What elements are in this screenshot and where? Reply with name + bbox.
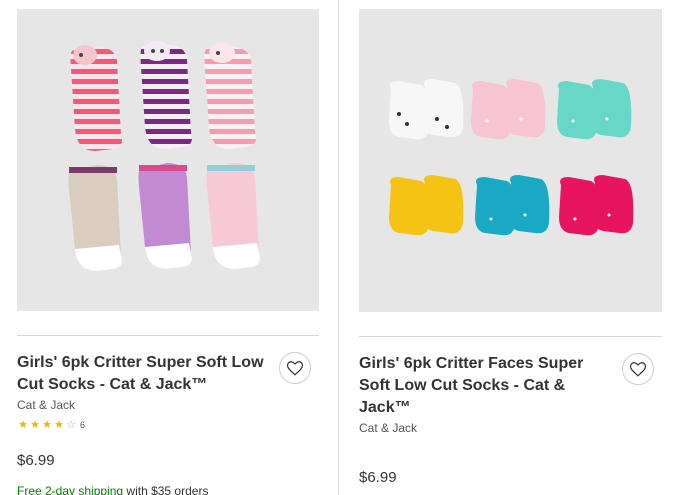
star-filled-icon: ★ (30, 419, 40, 431)
sock-purple-stripe (140, 41, 192, 149)
free-shipping-link[interactable]: Free 2-day shipping (17, 484, 123, 495)
product-brand-link[interactable]: Cat & Jack (359, 421, 417, 435)
sock-teal-dots (475, 175, 550, 236)
sock-yellow-raccoon (389, 175, 464, 236)
sock-white-dots (389, 79, 464, 140)
card-separator (17, 335, 319, 336)
star-filled-icon: ★ (18, 419, 28, 431)
sock-mint-cat (557, 79, 632, 140)
product-brand-link[interactable]: Cat & Jack (17, 398, 75, 412)
product-image-striped-socks[interactable] (17, 9, 319, 311)
column-divider (338, 0, 339, 495)
sock-lilac (138, 163, 192, 269)
product-card-critter-faces-socks: Girls' 6pk Critter Faces Super Soft Low … (359, 0, 662, 495)
sock-light-pink-stripe (204, 43, 256, 149)
sock-magenta-cat (559, 175, 634, 236)
heart-outline-icon (286, 361, 304, 376)
star-empty-icon: ☆ (66, 419, 76, 431)
product-price: $6.99 (359, 469, 397, 486)
favorite-button[interactable] (279, 352, 311, 384)
star-filled-icon: ★ (54, 419, 64, 431)
sock-beige (68, 165, 122, 271)
product-image-critter-faces-socks[interactable] (359, 9, 662, 312)
product-title[interactable]: Girls' 6pk Critter Faces Super Soft Low … (359, 353, 599, 419)
star-rating[interactable]: ★ ★ ★ ★ ☆ 6 (17, 419, 85, 431)
product-card-critter-socks: Girls' 6pk Critter Super Soft Low Cut So… (17, 0, 319, 495)
card-separator (359, 336, 662, 337)
critter-faces-socks-illustration (389, 79, 634, 236)
sock-pink-cat (471, 79, 546, 140)
shipping-info: Free 2-day shipping with $35 orders (17, 484, 208, 495)
star-filled-icon: ★ (42, 419, 52, 431)
heart-outline-icon (629, 362, 647, 377)
striped-socks-illustration (68, 41, 260, 271)
sock-pale-pink (206, 163, 260, 269)
product-price: $6.99 (17, 452, 55, 469)
shipping-condition: with $35 orders (123, 484, 209, 495)
product-title[interactable]: Girls' 6pk Critter Super Soft Low Cut So… (17, 352, 279, 396)
sock-pink-stripe (70, 45, 122, 151)
review-count: 6 (80, 420, 86, 430)
favorite-button[interactable] (622, 353, 654, 385)
